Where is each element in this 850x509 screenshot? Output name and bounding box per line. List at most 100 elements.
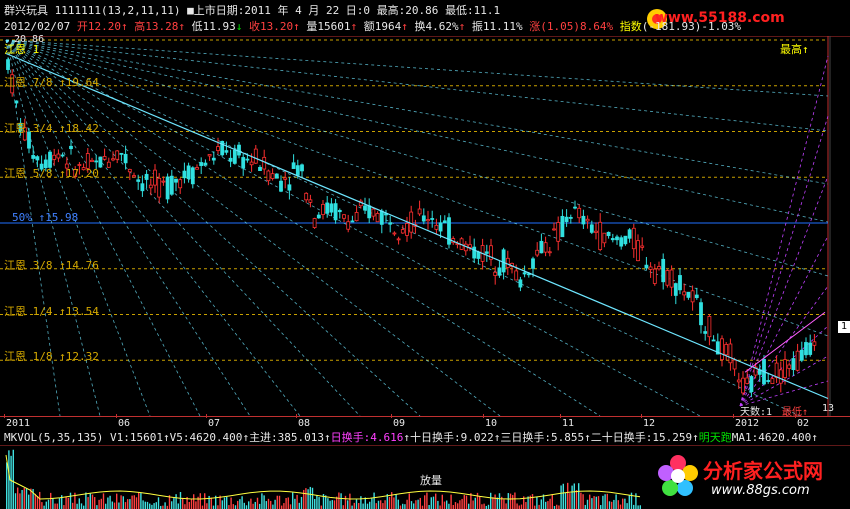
- volume-bar: [487, 504, 490, 509]
- volume-bar: [410, 501, 413, 509]
- volume-bar: [377, 500, 380, 509]
- candle-body: [560, 215, 565, 238]
- volume-bar: [633, 504, 635, 509]
- candle-body: [178, 179, 183, 189]
- candle-body: [522, 272, 527, 275]
- date-axis-tick-mark: [116, 414, 117, 418]
- volume-bar: [589, 494, 591, 509]
- candle-body: [783, 359, 787, 378]
- volume-bar: [265, 501, 267, 509]
- volume-bar: [241, 496, 243, 509]
- candle-body: [774, 362, 779, 379]
- volume-bar: [142, 500, 144, 509]
- volume-bar: [254, 501, 256, 509]
- candle-body: [169, 175, 174, 195]
- price-chart[interactable]: [0, 36, 850, 416]
- twenty-day-turnover: 二十日换手:15.259: [590, 431, 693, 444]
- candle-body: [598, 221, 603, 250]
- volume-bar: [584, 504, 586, 509]
- quote-date: 2012/02/07: [4, 20, 71, 33]
- candle-body: [312, 218, 317, 229]
- candle-body: [346, 221, 351, 230]
- open-price: 开12.20: [76, 20, 121, 33]
- candle-body: [388, 222, 393, 225]
- volume-bar: [608, 501, 611, 509]
- stock-name: 群兴玩具: [4, 4, 48, 17]
- volume-bar: [272, 504, 274, 509]
- volume-bar: [507, 493, 509, 509]
- volume-bar: [459, 500, 461, 509]
- volume-bar: [140, 493, 142, 509]
- candle-body: [392, 232, 397, 235]
- candle-body: [518, 279, 523, 288]
- volume-bar: [494, 494, 496, 509]
- candle-body: [606, 231, 611, 237]
- candle-body: [115, 150, 120, 160]
- volume-bar: [212, 505, 215, 509]
- volume-bar: [133, 495, 135, 509]
- volume-bar: [492, 497, 494, 509]
- candle-body: [308, 199, 313, 203]
- candle-body: [543, 242, 548, 253]
- volume-bar: [281, 505, 283, 509]
- volume-bar: [217, 505, 219, 509]
- volume-bar: [179, 492, 182, 509]
- candle-body: [31, 155, 36, 159]
- candle-body: [140, 183, 145, 192]
- volume-bar: [100, 498, 102, 509]
- candle-body: [98, 156, 103, 168]
- volume-bar: [637, 505, 639, 509]
- candle-body: [379, 210, 384, 225]
- right-price-marker[interactable]: 1: [838, 321, 850, 333]
- volume-bar: [151, 504, 153, 509]
- candle-body: [699, 302, 703, 326]
- volume-bar: [578, 483, 580, 509]
- volume-bar: [278, 495, 281, 509]
- volume-bar: [461, 498, 463, 509]
- fan-level-label: 江恩 5/8 ↑17.20: [4, 167, 99, 181]
- volume-bar: [402, 503, 404, 509]
- candle-body: [556, 222, 561, 242]
- volume-bar: [65, 496, 67, 509]
- candle-body: [581, 215, 586, 225]
- candle-body: [321, 203, 325, 215]
- candle-body: [157, 177, 162, 198]
- candle-body: [119, 152, 124, 155]
- volume-bar: [96, 505, 98, 509]
- date-axis-tick: 2011: [6, 418, 31, 429]
- candle-body: [127, 168, 132, 173]
- volume-bar: [325, 495, 327, 509]
- candle-body: [623, 235, 628, 245]
- date-axis-tick-mark: [795, 414, 796, 418]
- candle-body: [585, 218, 590, 222]
- candle-body: [741, 377, 745, 394]
- volume-bar: [111, 501, 113, 509]
- volume-bar: [153, 503, 155, 509]
- volume-bar: [58, 498, 61, 509]
- turnover-value: 换4.62%: [414, 20, 459, 33]
- volume-bar: [351, 505, 353, 509]
- volume-bar: [274, 499, 276, 509]
- flower-logo-icon: [658, 455, 698, 496]
- candle-body: [262, 156, 267, 170]
- ma1-value: MA1:4620.400: [731, 431, 812, 444]
- down-arrow-icon: ↓: [235, 20, 243, 33]
- volume-bar: [259, 503, 261, 509]
- brand-url[interactable]: www.88gs.com: [711, 483, 810, 498]
- date-axis-tick: 09: [393, 418, 406, 429]
- candle-body: [707, 316, 712, 338]
- volume-bar: [452, 504, 454, 509]
- close-price: 收13.20: [248, 20, 294, 33]
- volume-bar: [69, 492, 72, 509]
- volume-bar: [617, 500, 619, 509]
- volume-indicator-header: MKVOL(5,35,135) V1:15601↑V5:4620.400↑主进:…: [4, 431, 818, 444]
- volume-bar: [516, 503, 518, 509]
- volume-bar: [78, 498, 80, 509]
- candle-body: [795, 350, 800, 371]
- volume-bar: [626, 503, 628, 509]
- volume-bar: [270, 500, 272, 509]
- volume-bar: [305, 488, 307, 509]
- volume-bar: [157, 497, 160, 509]
- volume-bar: [432, 496, 435, 509]
- candle-body: [728, 343, 733, 364]
